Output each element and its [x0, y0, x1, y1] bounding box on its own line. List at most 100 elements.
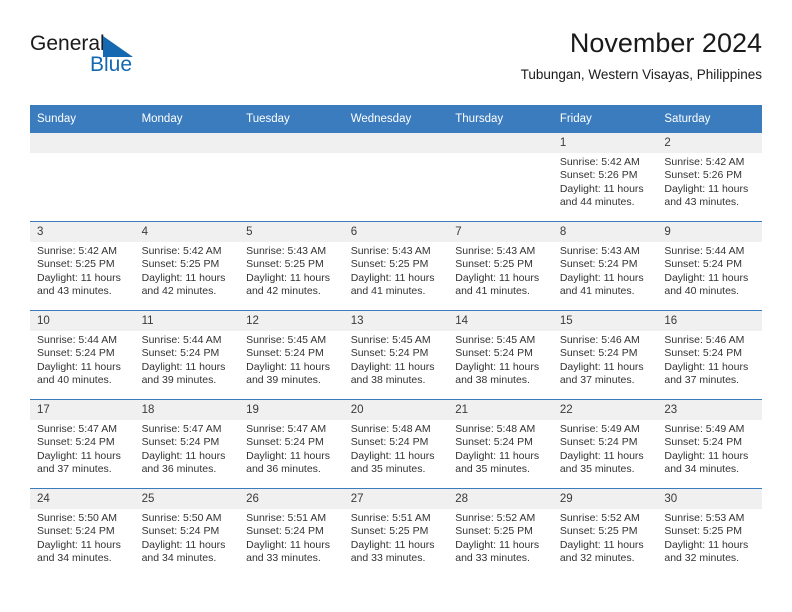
page-title: November 2024 [569, 28, 762, 58]
calendar-day-cell[interactable]: 22 Sunrise: 5:49 AM Sunset: 5:24 PM Dayligh… [552, 399, 658, 489]
calendar-day-cell[interactable]: 17 Sunrise: 5:47 AM Sunset: 5:24 PM Dayligh… [30, 399, 135, 489]
daylight-text: Daylight: 11 hours and 39 minutes. [141, 360, 226, 387]
sunset-text: Sunset: 5:24 PM [350, 347, 429, 360]
calendar-day-cell[interactable]: 14 Sunrise: 5:45 AM Sunset: 5:24 PM Dayligh… [448, 310, 553, 400]
day-details: Sunrise: 5:49 AM Sunset: 5:24 PM Daylight:… [657, 420, 762, 477]
day-details: Sunrise: 5:46 AM Sunset: 5:24 PM Daylight:… [553, 331, 658, 388]
sunrise-text: Sunrise: 5:50 AM [37, 512, 117, 524]
daylight-text: Daylight: 11 hours and 44 minutes. [559, 182, 644, 209]
calendar-day-cell[interactable]: 2 Sunrise: 5:42 AM Sunset: 5:26 PM Daylight… [657, 133, 762, 222]
daylight-text: Daylight: 11 hours and 34 minutes. [37, 538, 121, 565]
column-header-wednesday: Wednesday [343, 105, 449, 133]
day-number: 14 [448, 311, 553, 331]
sunrise-text: Sunrise: 5:44 AM [664, 245, 745, 257]
calendar-day-cell[interactable]: 15 Sunrise: 5:46 AM Sunset: 5:24 PM Dayligh… [552, 310, 658, 400]
day-details: Sunrise: 5:45 AM Sunset: 5:24 PM Daylight:… [448, 331, 553, 388]
sunrise-text: Sunrise: 5:49 AM [664, 423, 745, 435]
daylight-text: Daylight: 11 hours and 33 minutes. [455, 538, 540, 565]
calendar-day-cell[interactable]: 13 Sunrise: 5:45 AM Sunset: 5:24 PM Dayligh… [343, 310, 449, 400]
sunset-text: Sunset: 5:26 PM [559, 169, 638, 182]
day-number: 19 [239, 400, 344, 420]
calendar-day-cell[interactable]: 8 Sunrise: 5:43 AM Sunset: 5:24 PM Daylight… [552, 221, 658, 311]
daylight-text: Daylight: 11 hours and 41 minutes. [350, 271, 435, 298]
calendar-day-cell[interactable]: 29 Sunrise: 5:52 AM Sunset: 5:25 PM Dayligh… [552, 488, 658, 577]
sunset-text: Sunset: 5:24 PM [664, 258, 743, 271]
daylight-text: Daylight: 11 hours and 36 minutes. [141, 449, 226, 476]
calendar-day-cell[interactable]: 24 Sunrise: 5:50 AM Sunset: 5:24 PM Dayligh… [30, 488, 135, 577]
day-details: Sunrise: 5:50 AM Sunset: 5:24 PM Daylight:… [30, 509, 135, 566]
sunset-text: Sunset: 5:24 PM [37, 436, 115, 449]
day-details: Sunrise: 5:42 AM Sunset: 5:25 PM Daylight:… [30, 242, 135, 299]
daylight-text: Daylight: 11 hours and 35 minutes. [455, 449, 540, 476]
daylight-text: Daylight: 11 hours and 42 minutes. [141, 271, 226, 298]
sunrise-text: Sunrise: 5:46 AM [559, 334, 640, 346]
day-details: Sunrise: 5:52 AM Sunset: 5:25 PM Daylight:… [448, 509, 553, 566]
day-details: Sunrise: 5:43 AM Sunset: 5:25 PM Daylight:… [448, 242, 553, 299]
day-number: 8 [552, 222, 658, 242]
sunrise-text: Sunrise: 5:45 AM [455, 334, 536, 346]
calendar-body: 1 Sunrise: 5:42 AM Sunset: 5:26 PM Daylight… [30, 133, 762, 577]
day-number: 12 [239, 311, 344, 331]
sunset-text: Sunset: 5:24 PM [559, 436, 638, 449]
calendar-day-cell[interactable]: 10 Sunrise: 5:44 AM Sunset: 5:24 PM Dayligh… [30, 310, 135, 400]
daylight-text: Daylight: 11 hours and 37 minutes. [559, 360, 644, 387]
daylight-text: Daylight: 11 hours and 41 minutes. [455, 271, 540, 298]
daylight-text: Daylight: 11 hours and 32 minutes. [664, 538, 749, 565]
day-number [343, 133, 449, 153]
sunset-text: Sunset: 5:25 PM [141, 258, 220, 271]
daylight-text: Daylight: 11 hours and 36 minutes. [246, 449, 330, 476]
sunset-text: Sunset: 5:25 PM [664, 525, 743, 538]
brand-logo[interactable]: General Blue [30, 32, 250, 88]
sunset-text: Sunset: 5:24 PM [455, 347, 533, 360]
day-number: 27 [343, 489, 449, 509]
day-details: Sunrise: 5:47 AM Sunset: 5:24 PM Daylight:… [239, 420, 344, 477]
calendar-day-cell[interactable]: 27 Sunrise: 5:51 AM Sunset: 5:25 PM Dayligh… [343, 488, 449, 577]
page-header: General Blue November 2024 Tubungan, Wes… [30, 26, 762, 98]
calendar-day-cell[interactable]: 20 Sunrise: 5:48 AM Sunset: 5:24 PM Dayligh… [343, 399, 449, 489]
day-details: Sunrise: 5:52 AM Sunset: 5:25 PM Daylight:… [553, 509, 658, 566]
calendar-week-row: 24 Sunrise: 5:50 AM Sunset: 5:24 PM Dayligh… [30, 488, 762, 577]
calendar-day-cell[interactable]: 1 Sunrise: 5:42 AM Sunset: 5:26 PM Daylight… [552, 133, 658, 222]
day-number: 3 [30, 222, 135, 242]
sunrise-text: Sunrise: 5:43 AM [350, 245, 431, 257]
sunrise-text: Sunrise: 5:42 AM [37, 245, 117, 257]
day-number [448, 133, 553, 153]
daylight-text: Daylight: 11 hours and 35 minutes. [350, 449, 435, 476]
day-number [30, 133, 135, 153]
calendar-day-cell[interactable]: 23 Sunrise: 5:49 AM Sunset: 5:24 PM Dayligh… [657, 399, 762, 489]
calendar-day-cell[interactable]: 19 Sunrise: 5:47 AM Sunset: 5:24 PM Dayligh… [239, 399, 344, 489]
calendar-day-cell[interactable]: 6 Sunrise: 5:43 AM Sunset: 5:25 PM Daylight… [343, 221, 449, 311]
calendar-day-cell[interactable]: 16 Sunrise: 5:46 AM Sunset: 5:24 PM Dayligh… [657, 310, 762, 400]
calendar-day-cell[interactable]: 7 Sunrise: 5:43 AM Sunset: 5:25 PM Daylight… [448, 221, 553, 311]
day-number: 13 [343, 311, 449, 331]
day-number: 20 [343, 400, 449, 420]
calendar-day-cell[interactable]: 5 Sunrise: 5:43 AM Sunset: 5:25 PM Daylight… [239, 221, 344, 311]
calendar-table: Sunday Monday Tuesday Wednesday Thursday… [30, 105, 762, 577]
calendar-week-row: 3 Sunrise: 5:42 AM Sunset: 5:25 PM Daylight… [30, 221, 762, 311]
calendar-day-cell[interactable]: 12 Sunrise: 5:45 AM Sunset: 5:24 PM Dayligh… [239, 310, 344, 400]
day-details: Sunrise: 5:48 AM Sunset: 5:24 PM Daylight:… [344, 420, 449, 477]
calendar-day-cell[interactable]: 18 Sunrise: 5:47 AM Sunset: 5:24 PM Dayligh… [134, 399, 240, 489]
calendar-day-cell[interactable]: 26 Sunrise: 5:51 AM Sunset: 5:24 PM Dayligh… [239, 488, 344, 577]
title-block: November 2024 Tubungan, Western Visayas,… [521, 26, 762, 83]
calendar-day-cell[interactable]: 25 Sunrise: 5:50 AM Sunset: 5:24 PM Dayligh… [134, 488, 240, 577]
sunrise-text: Sunrise: 5:45 AM [350, 334, 431, 346]
calendar-day-cell[interactable]: 9 Sunrise: 5:44 AM Sunset: 5:24 PM Daylight… [657, 221, 762, 311]
calendar-day-cell[interactable]: 28 Sunrise: 5:52 AM Sunset: 5:25 PM Dayligh… [448, 488, 553, 577]
day-details: Sunrise: 5:45 AM Sunset: 5:24 PM Daylight:… [344, 331, 449, 388]
day-number: 10 [30, 311, 135, 331]
sunrise-text: Sunrise: 5:43 AM [559, 245, 640, 257]
calendar-day-cell[interactable]: 3 Sunrise: 5:42 AM Sunset: 5:25 PM Daylight… [30, 221, 135, 311]
daylight-text: Daylight: 11 hours and 41 minutes. [559, 271, 644, 298]
calendar-day-cell[interactable]: 11 Sunrise: 5:44 AM Sunset: 5:24 PM Dayligh… [134, 310, 240, 400]
daylight-text: Daylight: 11 hours and 43 minutes. [37, 271, 121, 298]
calendar-day-cell[interactable]: 21 Sunrise: 5:48 AM Sunset: 5:24 PM Dayligh… [448, 399, 553, 489]
day-details: Sunrise: 5:42 AM Sunset: 5:26 PM Daylight:… [657, 153, 762, 210]
calendar-day-cell[interactable]: 30 Sunrise: 5:53 AM Sunset: 5:25 PM Dayligh… [657, 488, 762, 577]
day-details: Sunrise: 5:42 AM Sunset: 5:25 PM Daylight:… [135, 242, 240, 299]
sunset-text: Sunset: 5:25 PM [455, 525, 533, 538]
sunset-text: Sunset: 5:24 PM [350, 436, 429, 449]
calendar-day-cell[interactable]: 4 Sunrise: 5:42 AM Sunset: 5:25 PM Daylight… [134, 221, 240, 311]
day-number [239, 133, 344, 153]
sunrise-text: Sunrise: 5:51 AM [350, 512, 431, 524]
